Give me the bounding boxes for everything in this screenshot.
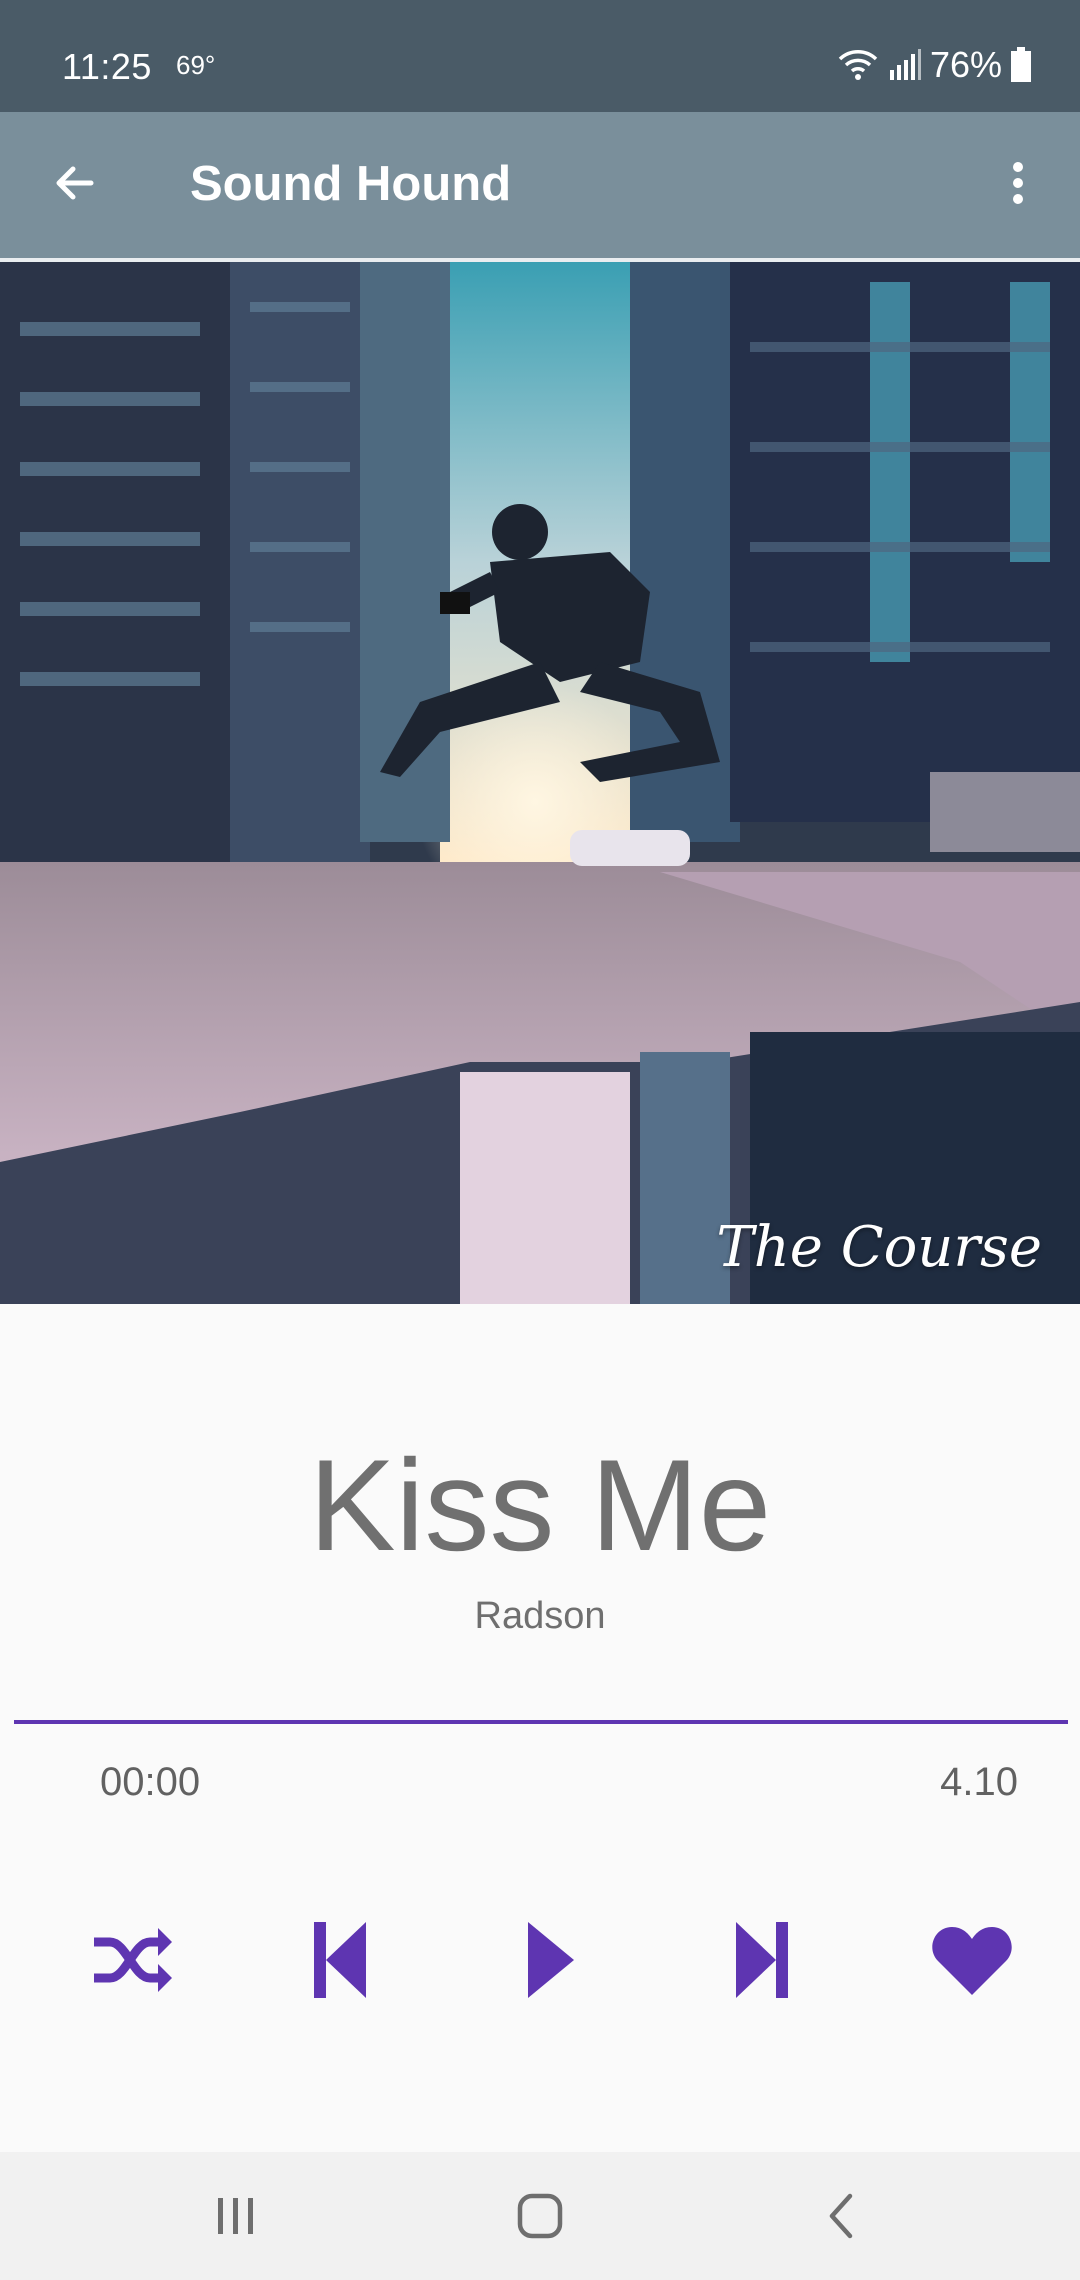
next-button[interactable] xyxy=(712,1910,812,2010)
shuffle-icon xyxy=(94,1928,172,1992)
play-button[interactable] xyxy=(500,1910,600,2010)
overflow-menu-button[interactable] xyxy=(988,148,1048,218)
album-art: The Course xyxy=(0,262,1080,1304)
previous-button[interactable] xyxy=(290,1910,390,2010)
home-icon xyxy=(517,2193,563,2239)
nav-back-button[interactable] xyxy=(800,2176,880,2256)
recent-apps-icon xyxy=(218,2198,253,2234)
more-vertical-icon xyxy=(1013,162,1023,204)
favorite-button[interactable] xyxy=(922,1910,1022,2010)
album-caption: The Course xyxy=(716,1215,1042,1280)
signal-icon xyxy=(889,49,921,80)
battery-percentage: 76% xyxy=(929,44,1002,85)
skip-previous-icon xyxy=(314,1922,366,1998)
status-temperature: 69° xyxy=(176,50,216,80)
status-time: 11:25 xyxy=(62,46,152,87)
back-icon xyxy=(829,2193,853,2239)
recent-apps-button[interactable] xyxy=(196,2176,276,2256)
current-time: 00:00 xyxy=(100,1760,201,1804)
heart-icon xyxy=(932,1927,1012,1995)
album-art-image xyxy=(0,262,1080,1304)
song-title: Kiss Me xyxy=(308,1432,772,1578)
back-button[interactable] xyxy=(40,148,110,218)
arrow-left-icon xyxy=(56,166,94,200)
play-icon xyxy=(528,1922,574,1998)
shuffle-button[interactable] xyxy=(80,1910,180,2010)
skip-next-icon xyxy=(736,1922,788,1998)
battery-icon xyxy=(1011,47,1031,82)
seek-bar[interactable] xyxy=(14,1720,1068,1724)
app-bar: Sound Hound xyxy=(0,112,1080,258)
home-button[interactable] xyxy=(500,2176,580,2256)
wifi-icon xyxy=(838,50,878,80)
song-artist: Radson xyxy=(474,1595,606,1637)
total-time: 4.10 xyxy=(940,1760,1018,1804)
status-bar: 11:25 69° 76% xyxy=(0,0,1080,112)
status-icons: 76% xyxy=(836,40,1032,90)
system-nav-bar xyxy=(0,2152,1080,2280)
app-title: Sound Hound xyxy=(190,157,512,211)
